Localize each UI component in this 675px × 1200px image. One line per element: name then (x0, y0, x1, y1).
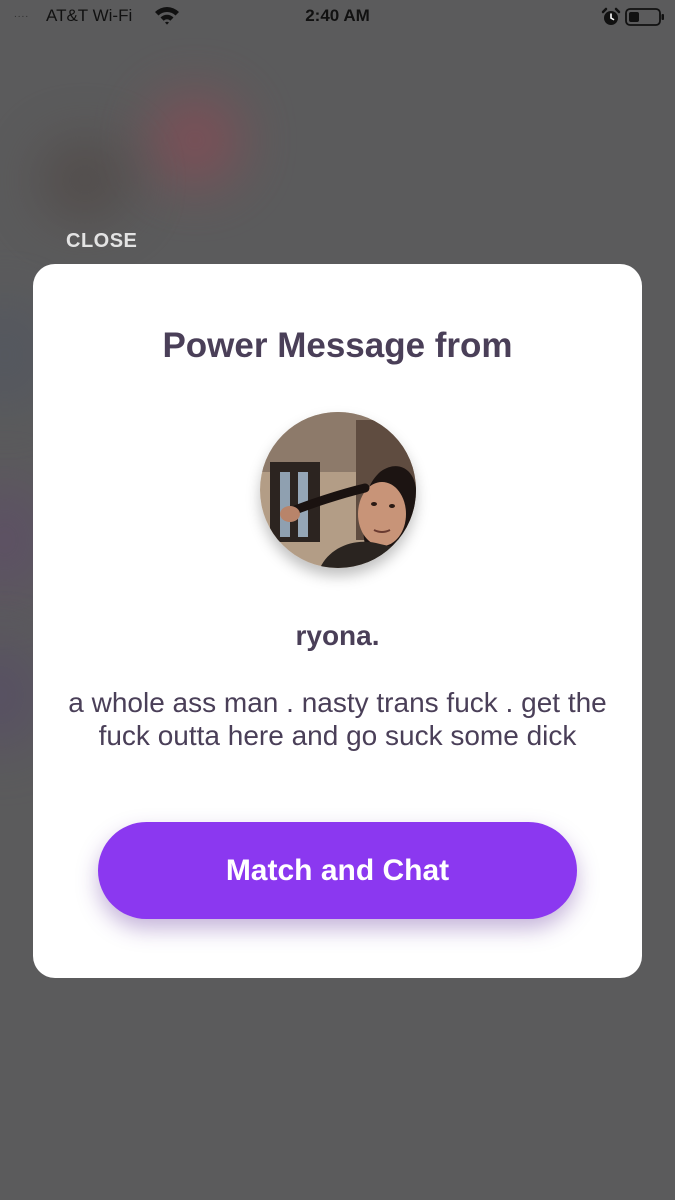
background-blur-shape (150, 95, 240, 185)
match-and-chat-button[interactable]: Match and Chat (98, 822, 577, 919)
modal-title: Power Message from (162, 326, 513, 365)
profile-avatar[interactable] (260, 412, 416, 568)
battery-icon (625, 7, 665, 32)
alarm-icon (601, 7, 621, 32)
close-button[interactable]: CLOSE (66, 230, 137, 253)
sender-username: ryona. (295, 620, 380, 651)
power-message-text: a whole ass man . nasty trans fuck . get… (68, 687, 607, 751)
status-time: 2:40 AM (305, 6, 370, 25)
status-bar: .... AT&T Wi-Fi 2:40 AM (0, 0, 675, 34)
background-blur-shape (40, 140, 130, 220)
